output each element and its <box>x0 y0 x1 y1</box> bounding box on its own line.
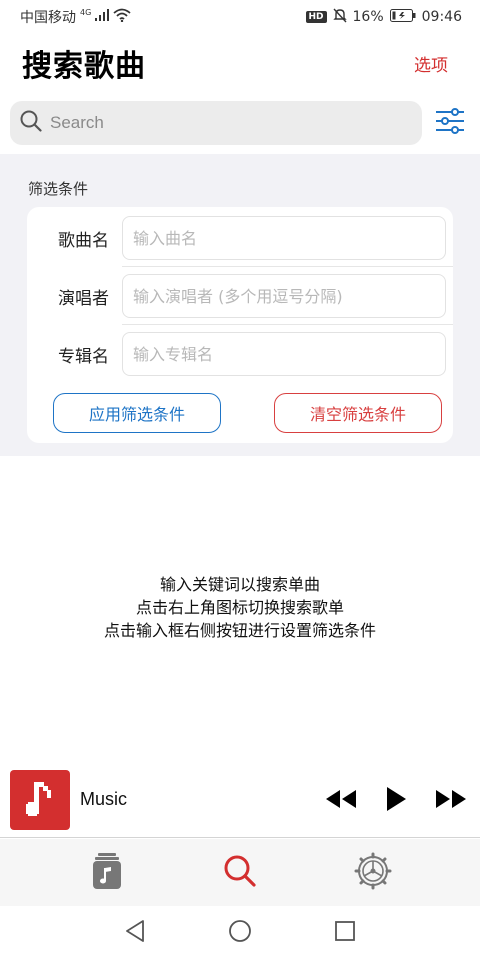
mute-bell-icon <box>332 8 347 27</box>
tab-library[interactable] <box>77 848 137 898</box>
hint-text: 输入关键词以搜索单曲 点击右上角图标切换搜索歌单 点击输入框右侧按钮进行设置筛选… <box>0 573 480 642</box>
status-bar: 中国移动 4G HD 16% 09:46 <box>0 0 480 34</box>
library-icon <box>92 852 122 894</box>
album-art[interactable] <box>10 769 70 830</box>
rewind-icon <box>324 788 358 814</box>
album-label: 专辑名 <box>58 346 109 367</box>
previous-button[interactable] <box>324 788 358 814</box>
tab-settings[interactable] <box>343 848 403 898</box>
back-button[interactable] <box>120 918 150 948</box>
search-input[interactable] <box>50 113 390 133</box>
system-nav-bar <box>0 906 480 960</box>
music-note-icon <box>22 778 58 822</box>
search-row <box>0 92 480 154</box>
player-controls <box>324 786 468 816</box>
page-title: 搜索歌曲 <box>22 49 146 84</box>
hint-line: 点击右上角图标切换搜索歌单 <box>135 598 344 617</box>
play-icon <box>384 786 408 816</box>
clear-filter-button[interactable]: 清空筛选条件 <box>274 393 442 433</box>
search-box[interactable] <box>10 101 422 145</box>
artist-label: 演唱者 <box>58 288 109 309</box>
bottom-tab-bar <box>0 839 480 906</box>
apply-filter-button[interactable]: 应用筛选条件 <box>53 393 221 433</box>
mini-player[interactable]: Music <box>0 762 480 838</box>
filter-heading: 筛选条件 <box>28 180 89 198</box>
header: 搜索歌曲 选项 <box>0 34 480 92</box>
network-type: 4G <box>80 7 92 17</box>
filter-toggle-button[interactable] <box>434 107 466 139</box>
album-input[interactable] <box>122 332 446 376</box>
battery-icon <box>389 8 416 26</box>
filter-panel: 筛选条件 歌曲名 演唱者 专辑名 应用筛选条件 清空筛选条件 <box>0 154 480 456</box>
carrier-label: 中国移动 <box>20 10 76 26</box>
hd-badge: HD <box>305 11 327 23</box>
fast-forward-icon <box>434 788 468 814</box>
signal-icon <box>95 9 110 25</box>
settings-icon <box>354 852 392 894</box>
search-icon <box>223 854 257 892</box>
sliders-icon <box>435 108 465 138</box>
song-name-row: 歌曲名 <box>27 209 453 267</box>
wifi-icon <box>113 8 131 26</box>
filter-card: 歌曲名 演唱者 专辑名 应用筛选条件 清空筛选条件 <box>27 207 453 443</box>
play-button[interactable] <box>384 786 408 816</box>
clock: 09:46 <box>421 9 462 25</box>
artist-row: 演唱者 <box>27 267 453 325</box>
song-name-input[interactable] <box>122 216 446 260</box>
song-name-label: 歌曲名 <box>58 230 109 251</box>
recents-button[interactable] <box>330 918 360 948</box>
next-button[interactable] <box>434 788 468 814</box>
hint-line: 输入关键词以搜索单曲 <box>159 575 320 594</box>
search-icon <box>20 110 42 136</box>
home-button[interactable] <box>225 918 255 948</box>
track-title: Music <box>80 789 128 809</box>
back-triangle-icon <box>124 919 146 947</box>
hint-line: 点击输入框右侧按钮进行设置筛选条件 <box>103 621 376 640</box>
album-row: 专辑名 <box>27 325 453 383</box>
battery-percent: 16% <box>352 9 384 25</box>
options-button[interactable]: 选项 <box>414 51 448 76</box>
home-circle-icon <box>228 919 252 947</box>
tab-search[interactable] <box>210 848 270 898</box>
recents-square-icon <box>334 920 356 946</box>
artist-input[interactable] <box>122 274 446 318</box>
